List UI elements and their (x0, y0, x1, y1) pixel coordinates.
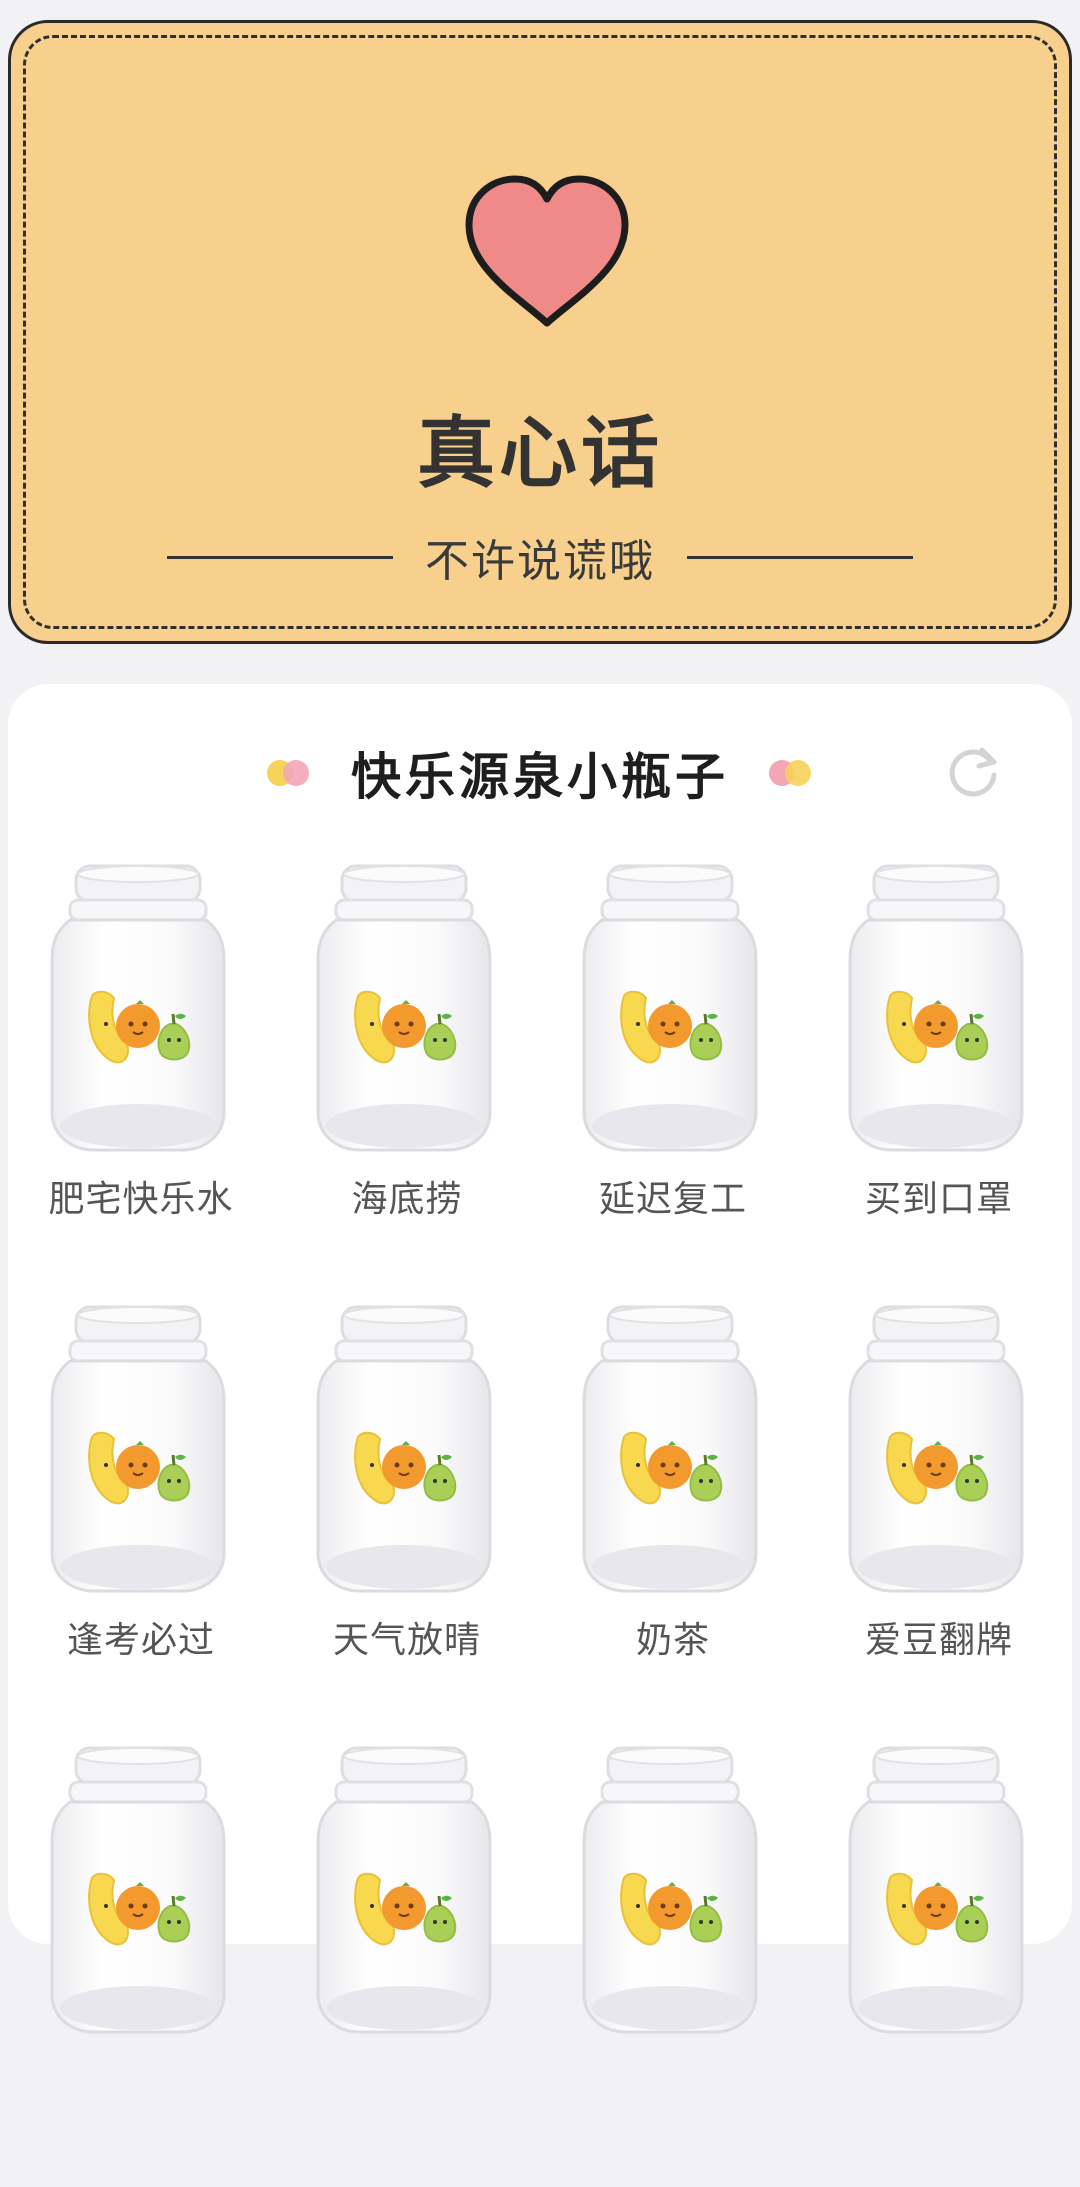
jar-item-8[interactable]: 爱豆翻牌 (806, 1305, 1072, 1746)
jar-icon (50, 1305, 226, 1593)
decor-dots-left (267, 758, 311, 788)
jar-icon (50, 1746, 226, 2034)
jar-item-6[interactable]: 天气放晴 (274, 1305, 540, 1746)
jar-icon (582, 864, 758, 1152)
jar-icon (316, 1746, 492, 2034)
jar-icon (848, 1305, 1024, 1593)
jar-icon (50, 864, 226, 1152)
truth-subtitle-row: 不许说谎哦 (167, 527, 913, 587)
divider-line-left (167, 555, 393, 559)
jar-item-11[interactable] (540, 1746, 806, 2187)
jar-label: 天气放晴 (332, 1620, 481, 1661)
jar-item-5[interactable]: 逢考必过 (8, 1305, 274, 1746)
jar-item-9[interactable] (8, 1746, 274, 2187)
jar-item-2[interactable]: 海底捞 (274, 864, 540, 1305)
panel-header: 快乐源泉小瓶子 (8, 728, 1072, 818)
jar-item-4[interactable]: 买到口罩 (806, 864, 1072, 1305)
jar-label: 逢考必过 (66, 1620, 215, 1661)
panel-title: 快乐源泉小瓶子 (351, 748, 729, 806)
jar-item-10[interactable] (274, 1746, 540, 2187)
jar-icon (582, 1305, 758, 1593)
jar-grid: 肥宅快乐水 海底捞 延迟复工 买到口罩 逢考必过 天气放晴 奶茶 爱豆翻牌 (8, 864, 1072, 2187)
jar-label: 买到口罩 (864, 1179, 1013, 1220)
jar-label: 延迟复工 (598, 1179, 747, 1220)
jar-panel: 快乐源泉小瓶子 肥宅快乐水 海底捞 延迟复工 买到口罩 逢考必过 天气放晴 奶茶… (8, 684, 1072, 2034)
jar-item-1[interactable]: 肥宅快乐水 (8, 864, 274, 1305)
heart-icon (465, 175, 629, 327)
jar-item-12[interactable] (806, 1746, 1072, 2187)
truth-card[interactable]: 真心话 不许说谎哦 (8, 20, 1072, 644)
jar-icon (582, 1746, 758, 2034)
truth-subtitle: 不许说谎哦 (425, 536, 655, 587)
jar-item-3[interactable]: 延迟复工 (540, 864, 806, 1305)
jar-label: 爱豆翻牌 (864, 1620, 1013, 1661)
jar-icon (848, 864, 1024, 1152)
jar-icon (848, 1746, 1024, 2034)
jar-item-7[interactable]: 奶茶 (540, 1305, 806, 1746)
jar-label: 奶茶 (635, 1620, 710, 1661)
jar-label: 海底捞 (351, 1179, 463, 1220)
jar-icon (316, 1305, 492, 1593)
jar-icon (316, 864, 492, 1152)
refresh-icon[interactable] (944, 742, 1002, 800)
decor-dots-right (769, 758, 813, 788)
jar-label: 肥宅快乐水 (48, 1179, 234, 1220)
divider-line-right (687, 555, 913, 559)
truth-title: 真心话 (416, 409, 663, 499)
